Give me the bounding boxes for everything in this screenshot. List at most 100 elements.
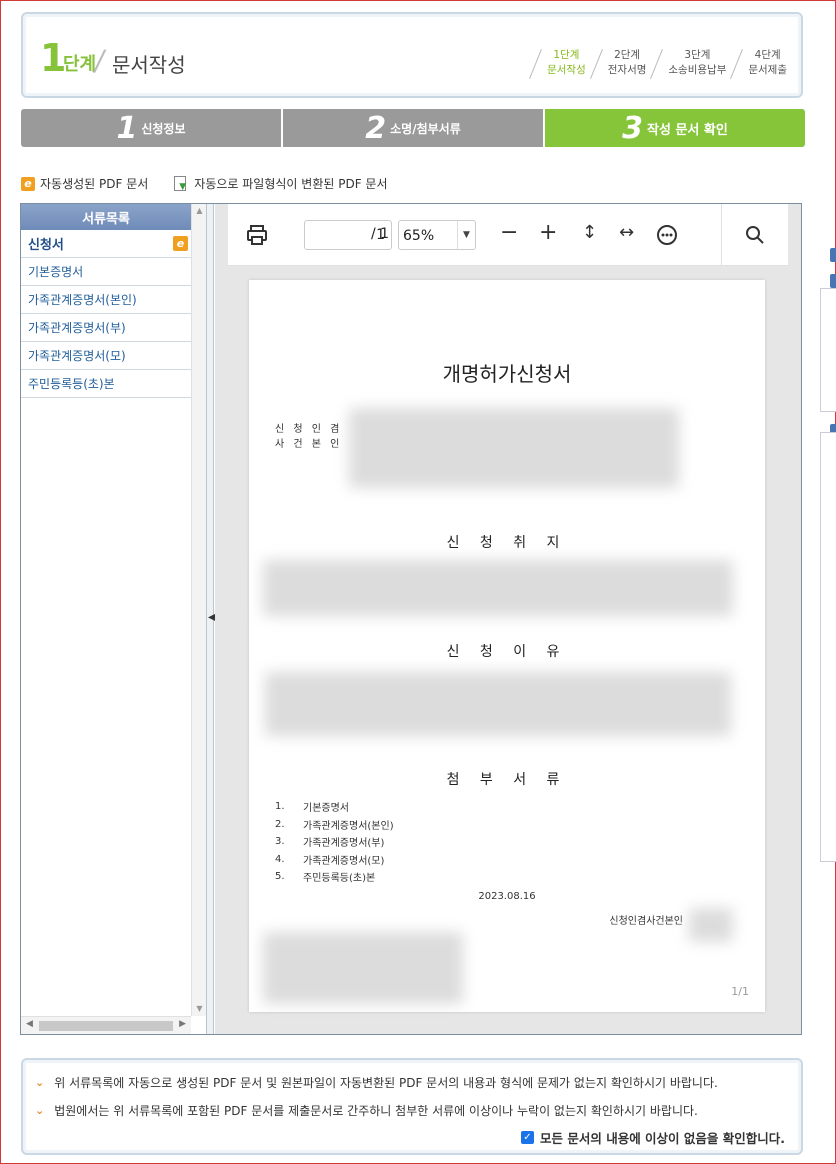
applicant-label-line-2: 사 건 본 인 [275, 439, 343, 450]
scroll-right-arrow-icon[interactable]: ▶ [179, 1019, 186, 1029]
tab-2-label: 소명/첨부서류 [390, 121, 461, 136]
step-1-number: 1단계 [553, 49, 580, 61]
document-viewer: 서류목록 신청서 e 기본증명서 가족관계증명서(본인) 가족관계증명서(부) … [20, 203, 802, 1035]
confirm-checkbox-row[interactable]: ✓ 모든 문서의 내용에 이상이 없음을 확인합니다. [520, 1128, 785, 1147]
scroll-down-arrow-icon[interactable]: ▼ [192, 1002, 207, 1016]
side-info-panel [820, 288, 836, 412]
confirm-checkbox[interactable]: ✓ [520, 1131, 534, 1144]
converted-pdf-icon [172, 175, 188, 192]
signature-label: 신청인겸사건본인 [609, 916, 683, 927]
confirmation-box: ⌄ 위 서류목록에 자동으로 생성된 PDF 문서 및 원본파일이 자동변환된 … [21, 1058, 803, 1155]
document-title: 개명허가신청서 [442, 362, 572, 386]
section-reason-heading: 신 청 이 유 [446, 644, 568, 660]
stage-slash-divider: / [92, 44, 108, 77]
redacted-purpose-text [263, 560, 733, 616]
document-list-item-label: 가족관계증명서(부) [28, 321, 126, 335]
legend: e 자동생성된 PDF 문서 자동으로 파일형식이 변환된 PDF 문서 [21, 175, 388, 192]
tab-application-info[interactable]: 1 신청정보 [21, 109, 283, 147]
tab-attachments[interactable]: 2 소명/첨부서류 [283, 109, 545, 147]
zoom-in-icon[interactable]: + [539, 222, 557, 244]
document-list-item-label: 신청서 [28, 238, 64, 253]
step-2-label: 전자서명 [607, 64, 647, 76]
attachment-list: 1. 기본증명서 2. 가족관계증명서(본인) 3. 가족관계증명서(부) 4. 가족관… [275, 798, 394, 886]
document-list-item[interactable]: 가족관계증명서(모) [21, 342, 191, 370]
attachment-number: 4. [275, 853, 285, 865]
step-3-number: 3단계 [684, 49, 711, 61]
step-4: 4단계 문서제출 [730, 48, 791, 78]
step-4-label: 문서제출 [748, 64, 787, 76]
chevron-down-icon: ⌄ [35, 1076, 45, 1089]
step-3-label: 소송비용납부 [668, 64, 727, 76]
auto-pdf-legend-label: 자동생성된 PDF 문서 [40, 177, 149, 191]
zoom-out-icon[interactable]: − [500, 222, 518, 244]
chevron-down-icon: ⌄ [35, 1104, 45, 1117]
toolbar-divider [721, 204, 722, 266]
converted-pdf-legend-label: 자동으로 파일형식이 변환된 PDF 문서 [194, 177, 388, 191]
stage-word: 단계 [63, 54, 97, 75]
redacted-court-info [263, 932, 463, 1004]
document-list-item-label: 가족관계증명서(모) [28, 349, 126, 363]
redacted-signature [689, 908, 733, 942]
attachment-item: 1. 기본증명서 [275, 798, 394, 816]
section-attachments-heading: 첨 부 서 류 [446, 772, 568, 788]
attachment-label: 가족관계증명서(본인) [303, 820, 394, 832]
fit-height-icon[interactable]: ↕ [582, 222, 597, 244]
tab-document-review[interactable]: 3 작성 문서 확인 [545, 109, 805, 147]
fit-width-icon[interactable]: ↔ [619, 222, 634, 244]
side-panel-tab[interactable] [830, 248, 836, 262]
document-list-title: 서류목록 [21, 204, 191, 230]
tab-bar: 1 신청정보 2 소명/첨부서류 3 작성 문서 확인 [21, 109, 805, 147]
attachment-label: 기본증명서 [303, 803, 349, 815]
chevron-down-icon[interactable]: ▼ [457, 221, 475, 249]
document-list-horizontal-scrollbar[interactable]: ◀ ▶ [21, 1016, 191, 1034]
attachment-number: 1. [275, 801, 285, 813]
pdf-page: 개명허가신청서 신 청 인 겸 사 건 본 인 신 청 취 지 신 청 이 유 … [249, 280, 765, 1012]
stage-title: 문서작성 [112, 53, 186, 77]
document-list-item[interactable]: 주민등록등(초)본 [21, 370, 191, 398]
search-icon[interactable] [744, 224, 766, 250]
tab-1-label: 신청정보 [141, 121, 186, 136]
side-panel-tab[interactable] [830, 274, 836, 288]
more-icon[interactable] [656, 224, 678, 250]
attachment-number: 5. [275, 871, 285, 883]
attachment-item: 5. 주민등록등(초)본 [275, 868, 394, 886]
attachment-label: 주민등록등(초)본 [303, 873, 376, 885]
document-list-item[interactable]: 기본증명서 [21, 258, 191, 286]
zoom-select[interactable]: 65% ▼ [398, 220, 476, 250]
tab-1-number: 1 [116, 110, 138, 146]
panel-splitter[interactable]: ◀ [206, 204, 216, 1034]
document-list-item[interactable]: 신청서 e [21, 230, 191, 258]
document-date: 2023.08.16 [478, 891, 536, 902]
scroll-left-arrow-icon[interactable]: ◀ [26, 1019, 33, 1029]
notice-item: ⌄ 위 서류목록에 자동으로 생성된 PDF 문서 및 원본파일이 자동변환된 … [35, 1074, 718, 1091]
document-list-item-label: 주민등록등(초)본 [28, 377, 115, 391]
document-list-item[interactable]: 가족관계증명서(본인) [21, 286, 191, 314]
document-list-item-label: 가족관계증명서(본인) [28, 293, 137, 307]
zoom-value: 65% [403, 228, 435, 244]
auto-pdf-badge-icon: e [173, 236, 188, 251]
redacted-applicant-info [349, 408, 679, 488]
attachment-number: 3. [275, 836, 285, 848]
stage-header: 1 단계 / 문서작성 1단계 문서작성 2단계 전자서명 3단계 소송비용납부 4단… [21, 12, 803, 98]
print-icon[interactable] [246, 224, 268, 250]
step-1-label: 문서작성 [547, 64, 586, 76]
notice-text: 위 서류목록에 자동으로 생성된 PDF 문서 및 원본파일이 자동변환된 PD… [54, 1076, 718, 1090]
scrollbar-thumb[interactable] [39, 1021, 173, 1031]
document-list: 서류목록 신청서 e 기본증명서 가족관계증명서(본인) 가족관계증명서(부) … [21, 204, 191, 1034]
scroll-up-arrow-icon[interactable]: ▲ [192, 204, 207, 218]
section-purpose-heading: 신 청 취 지 [446, 535, 568, 551]
tab-3-number: 3 [622, 110, 644, 146]
attachment-label: 가족관계증명서(부) [303, 838, 385, 850]
document-list-item-label: 기본증명서 [28, 265, 84, 279]
confirm-checkbox-label[interactable]: 모든 문서의 내용에 이상이 없음을 확인합니다. [540, 1128, 785, 1147]
document-list-vertical-scrollbar[interactable]: ▲ ▼ [191, 204, 206, 1016]
step-2-number: 2단계 [614, 49, 641, 61]
page-total: / 1 [371, 226, 390, 242]
side-link-panel [820, 432, 836, 862]
applicant-label: 신 청 인 겸 사 건 본 인 [275, 422, 342, 452]
redacted-reason-text [265, 672, 731, 736]
pdf-toolbar: 1 / 1 65% ▼ − + ↕ ↔ [228, 204, 788, 266]
step-indicator: 1단계문서작성 2단계전자서명 3단계소송비용납부 4단계 문서제출 [529, 48, 791, 78]
attachment-number: 2. [275, 818, 285, 830]
document-list-item[interactable]: 가족관계증명서(부) [21, 314, 191, 342]
